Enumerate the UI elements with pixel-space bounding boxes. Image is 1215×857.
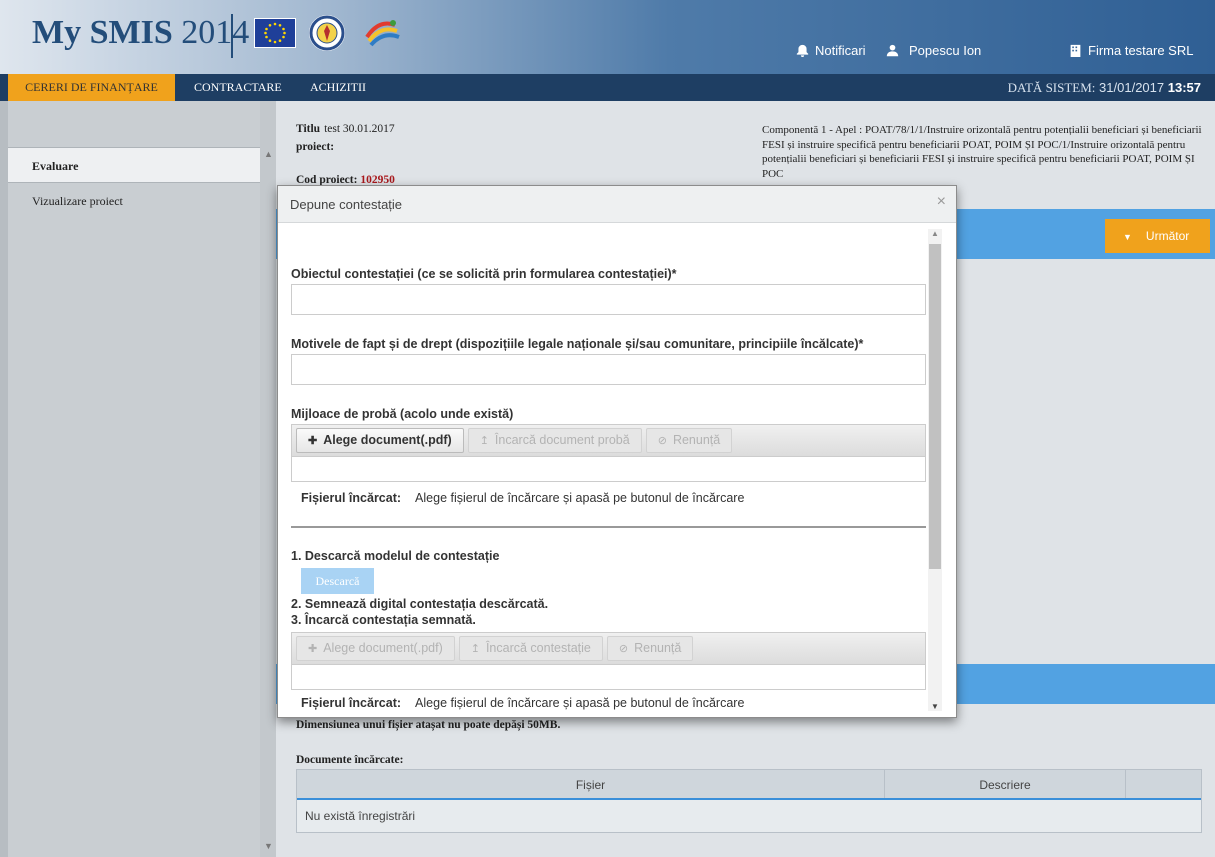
motive-input[interactable]: [291, 354, 926, 385]
project-title-label2: proiect:: [296, 141, 335, 153]
contest-file-status: Fișierul încărcat: Alege fișierul de încă…: [301, 696, 744, 710]
field-obiect-label: Obiectul contestației (ce se solicită pr…: [291, 267, 677, 281]
upload-contest-button[interactable]: ↥ Încarcă contestație: [458, 636, 603, 661]
notifications-label: Notificari: [815, 43, 866, 58]
column-descriere[interactable]: Descriere: [885, 770, 1126, 798]
sidebar-item-vizualizare-proiect[interactable]: Vizualizare proiect: [8, 183, 260, 219]
upload-proof-label: Încarcă document probă: [494, 433, 630, 447]
contest-file-hint: Alege fișierul de încărcare și apasă pe …: [415, 696, 745, 710]
cancel-proof-button[interactable]: ⊘ Renunță: [645, 428, 733, 453]
sidebar-menu: Evaluare Vizualizare proiect: [8, 101, 260, 857]
firm-name: Firma testare SRL: [1088, 43, 1194, 58]
contest-upload-toolbar: ✚ Alege document(.pdf) ↥ Încarcă contestaț…: [292, 633, 925, 665]
app-logo[interactable]: My SMIS 2014: [32, 14, 249, 52]
user-icon: [886, 44, 899, 57]
main-nav: CERERI DE FINANȚARE CONTRACTARE ACHIZITI…: [0, 74, 1215, 101]
contest-file-label: Fișierul încărcat:: [301, 696, 402, 710]
system-time-value: 13:57: [1167, 80, 1201, 95]
table-empty-row: Nu există înregistrări: [305, 809, 416, 823]
user-menu[interactable]: Popescu Ion: [886, 43, 981, 58]
sidebar-item-evaluare[interactable]: Evaluare: [8, 147, 260, 183]
scroll-down-icon[interactable]: ▼: [264, 841, 273, 851]
bell-icon: [796, 44, 809, 57]
sidebar: Evaluare Vizualizare proiect ▲ ▼: [0, 101, 276, 857]
dialog-header: Depune contestație ×: [278, 186, 956, 223]
contest-upload: ✚ Alege document(.pdf) ↥ Încarcă contestaț…: [291, 632, 926, 690]
column-fisier[interactable]: Fișier: [297, 770, 885, 798]
nav-cereri-de-finantare[interactable]: CERERI DE FINANȚARE: [8, 74, 175, 101]
plus-icon: ✚: [308, 435, 318, 447]
choose-proof-button[interactable]: ✚ Alege document(.pdf): [296, 428, 464, 453]
choose-contest-label: Alege document(.pdf): [323, 641, 443, 655]
program-logo-icon: [359, 15, 403, 53]
upload-icon: ↥: [470, 643, 480, 655]
system-date-value: 31/01/2017: [1099, 80, 1165, 95]
project-component: Componentă 1 - Apel : POAT/78/1/1/Instru…: [762, 124, 1202, 180]
next-button-label: Următor: [1145, 229, 1190, 243]
cancel-proof-label: Renunță: [672, 433, 721, 447]
system-date: DATĂ SISTEM: 31/01/2017 13:57: [1008, 74, 1201, 101]
proof-upload-toolbar: ✚ Alege document(.pdf) ↥ Încarcă document …: [292, 425, 925, 457]
sidebar-scrollbar[interactable]: ▲ ▼: [260, 101, 276, 857]
scroll-down-icon[interactable]: ▼: [931, 702, 939, 711]
column-actions: [1126, 770, 1201, 798]
plus-icon: ✚: [308, 643, 318, 655]
dialog-scrollbar[interactable]: ▲ ▼: [928, 229, 942, 711]
choose-contest-button[interactable]: ✚ Alege document(.pdf): [296, 636, 455, 661]
table-header: Fișier Descriere: [297, 770, 1201, 800]
contestation-dialog: Depune contestație × Obiectul contestați…: [277, 185, 957, 718]
documents-label: Documente încărcate:: [296, 754, 404, 766]
project-title-label: Titlu: [296, 123, 321, 135]
eu-flag-icon: [254, 18, 296, 48]
app-header: My SMIS 2014 Notificari Popescu Ion Firm…: [0, 0, 1215, 74]
step2-text: 2. Semnează digital contestația descărca…: [291, 597, 549, 611]
step1-text: 1. Descarcă modelul de contestație: [291, 549, 500, 563]
project-title: Titlu test 30.01.2017: [296, 123, 395, 135]
proof-file-label: Fișierul încărcat:: [301, 491, 402, 505]
building-icon: [1070, 44, 1081, 57]
nav-achizitii[interactable]: ACHIZITII: [302, 74, 374, 101]
obiect-contestatie-input[interactable]: [291, 284, 926, 315]
nav-contractare[interactable]: CONTRACTARE: [186, 74, 290, 101]
dialog-title: Depune contestație: [290, 197, 403, 212]
firm-selector[interactable]: Firma testare SRL: [1069, 43, 1193, 58]
proof-file-hint: Alege fișierul de încărcare și apasă pe …: [415, 491, 745, 505]
field-motive-label: Motivele de fapt și de drept (dispoziții…: [291, 337, 864, 351]
scroll-up-icon[interactable]: ▲: [931, 229, 939, 238]
upload-icon: ↥: [479, 435, 489, 447]
ban-icon: ⊘: [657, 435, 667, 447]
step3-text: 3. Încarcă contestația semnată.: [291, 613, 476, 627]
download-button[interactable]: Descarcă: [301, 568, 374, 594]
documents-table: Fișier Descriere Nu există înregistrări: [296, 769, 1202, 833]
proof-upload: ✚ Alege document(.pdf) ↥ Încarcă document …: [291, 424, 926, 482]
proof-file-status: Fișierul încărcat: Alege fișierul de încă…: [301, 491, 744, 505]
romania-seal-icon: [309, 15, 345, 51]
divider: [291, 526, 926, 528]
logo-divider: [231, 14, 233, 58]
close-icon[interactable]: ×: [937, 193, 946, 211]
chevron-down-icon: ▼: [1123, 232, 1132, 242]
next-button[interactable]: ▼ Următor: [1105, 219, 1210, 253]
proof-label: Mijloace de probă (acolo unde există): [291, 407, 514, 421]
choose-proof-label: Alege document(.pdf): [323, 433, 452, 447]
system-date-label: DATĂ SISTEM:: [1007, 80, 1096, 95]
scrollbar-thumb[interactable]: [929, 244, 941, 569]
upload-proof-button[interactable]: ↥ Încarcă document probă: [467, 428, 642, 453]
upload-contest-label: Încarcă contestație: [485, 641, 591, 655]
user-name: Popescu Ion: [909, 43, 982, 58]
ban-icon: ⊘: [618, 643, 629, 655]
scroll-up-icon[interactable]: ▲: [264, 149, 273, 159]
cancel-contest-button[interactable]: ⊘ Renunță: [606, 636, 694, 661]
dialog-body: Obiectul contestației (ce se solicită pr…: [278, 224, 956, 717]
file-size-note: Dimensiunea unui fișier atașat nu poate …: [296, 719, 561, 731]
cancel-contest-label: Renunță: [634, 641, 682, 655]
notifications-link[interactable]: Notificari: [796, 43, 866, 58]
project-title-value: test 30.01.2017: [324, 123, 395, 135]
